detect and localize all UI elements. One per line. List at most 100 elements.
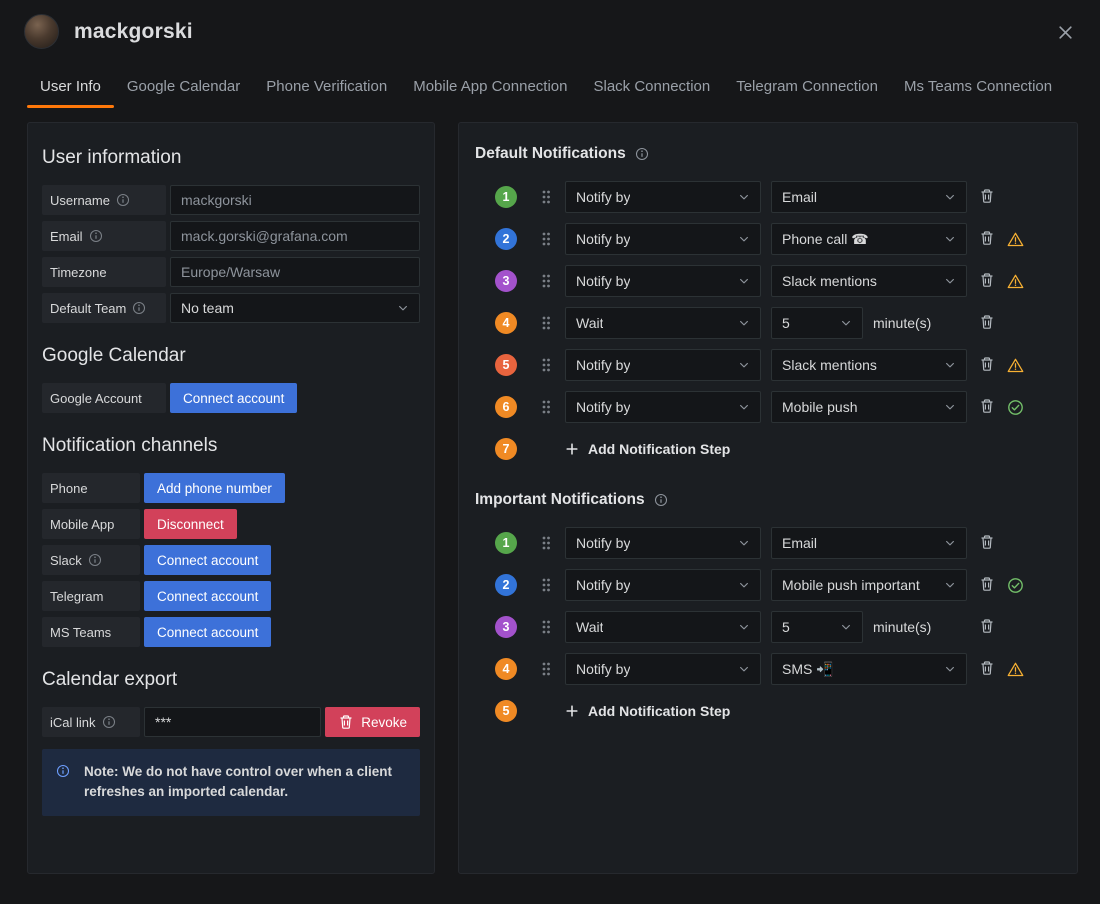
wait-suffix-label: minute(s) <box>873 619 932 635</box>
delete-step-button[interactable] <box>979 576 997 594</box>
drag-handle-icon[interactable] <box>541 619 551 635</box>
step-number: 2 <box>495 574 517 596</box>
chevron-down-icon <box>738 537 750 549</box>
delete-step-button[interactable] <box>979 534 997 552</box>
trash-icon <box>338 714 354 730</box>
warning-icon <box>1007 661 1024 678</box>
chevron-down-icon <box>738 401 750 413</box>
chevron-down-icon <box>944 579 956 591</box>
google-account-row: Google Account Connect account <box>42 383 420 413</box>
page-title: mackgorski <box>74 19 193 43</box>
delete-step-button[interactable] <box>979 188 997 206</box>
email-input[interactable] <box>170 221 420 251</box>
notification-step-row: 1 Notify by Email <box>495 527 1061 559</box>
notify-type-select[interactable]: Notify by <box>565 265 761 297</box>
ical-link-input[interactable] <box>144 707 322 737</box>
notify-channel-select[interactable]: Email <box>771 527 967 559</box>
ms-teams-label: MS Teams <box>42 617 140 647</box>
username-input[interactable] <box>170 185 420 215</box>
delete-step-button[interactable] <box>979 230 997 248</box>
default-notifications-heading: Default Notifications <box>475 145 1061 163</box>
tab-ms-teams-connection[interactable]: Ms Teams Connection <box>891 69 1065 108</box>
tab-phone-verification[interactable]: Phone Verification <box>253 69 400 108</box>
email-label: Email <box>42 221 166 251</box>
default-team-select[interactable]: No team <box>170 293 420 323</box>
chevron-down-icon <box>944 233 956 245</box>
notify-channel-select[interactable]: Phone call ☎ <box>771 223 967 255</box>
wait-duration-select[interactable]: 5 <box>771 307 863 339</box>
delete-step-button[interactable] <box>979 398 997 416</box>
delete-step-button[interactable] <box>979 660 997 678</box>
disconnect-mobile-app-button[interactable]: Disconnect <box>144 509 237 539</box>
notification-channels-heading: Notification channels <box>42 435 218 456</box>
tab-telegram-connection[interactable]: Telegram Connection <box>723 69 891 108</box>
add-step-row: 5 Add Notification Step <box>495 695 1061 727</box>
ms-teams-connect-account-button[interactable]: Connect account <box>144 617 272 647</box>
drag-handle-icon[interactable] <box>541 661 551 677</box>
chevron-down-icon <box>944 191 956 203</box>
drag-handle-icon[interactable] <box>541 577 551 593</box>
add-notification-step-button[interactable]: Add Notification Step <box>565 703 730 719</box>
delete-step-button[interactable] <box>979 356 997 374</box>
tab-slack-connection[interactable]: Slack Connection <box>580 69 723 108</box>
add-phone-number-button[interactable]: Add phone number <box>144 473 285 503</box>
drag-handle-icon[interactable] <box>541 535 551 551</box>
info-icon <box>654 493 668 507</box>
wait-suffix-label: minute(s) <box>873 315 932 331</box>
notify-type-select[interactable]: Notify by <box>565 391 761 423</box>
notify-type-select[interactable]: Notify by <box>565 223 761 255</box>
telegram-label: Telegram <box>42 581 140 611</box>
chevron-down-icon <box>738 317 750 329</box>
timezone-input[interactable] <box>170 257 420 287</box>
slack-connect-account-button[interactable]: Connect account <box>144 545 272 575</box>
notify-channel-select[interactable]: Slack mentions <box>771 265 967 297</box>
notification-step-row: 5 Notify by Slack mentions <box>495 349 1061 381</box>
notification-step-row: 4 Wait 5 minute(s) <box>495 307 1061 339</box>
chevron-down-icon <box>944 537 956 549</box>
google-connect-account-button[interactable]: Connect account <box>170 383 298 413</box>
close-icon[interactable] <box>1053 20 1078 45</box>
delete-step-button[interactable] <box>979 272 997 290</box>
drag-handle-icon[interactable] <box>541 315 551 331</box>
telegram-connect-account-button[interactable]: Connect account <box>144 581 272 611</box>
info-icon <box>116 193 130 207</box>
drag-handle-icon[interactable] <box>541 231 551 247</box>
username-field-row: Username <box>42 185 420 215</box>
tab-user-info[interactable]: User Info <box>27 69 114 108</box>
tab-bar: User Info Google Calendar Phone Verifica… <box>27 69 1100 108</box>
add-notification-step-button[interactable]: Add Notification Step <box>565 441 730 457</box>
info-icon <box>88 553 102 567</box>
default-team-field-row: Default Team No team <box>42 293 420 323</box>
notify-channel-select[interactable]: Mobile push <box>771 391 967 423</box>
delete-step-button[interactable] <box>979 618 997 636</box>
notify-type-select[interactable]: Notify by <box>565 569 761 601</box>
notify-channel-select[interactable]: Mobile push important <box>771 569 967 601</box>
drag-handle-icon[interactable] <box>541 273 551 289</box>
notify-type-select[interactable]: Notify by <box>565 349 761 381</box>
notify-type-select[interactable]: Notify by <box>565 181 761 213</box>
ms-teams-channel-row: MS Teams Connect account <box>42 617 420 647</box>
notify-type-select[interactable]: Wait <box>565 611 761 643</box>
active-tab-underline <box>27 105 114 108</box>
drag-handle-icon[interactable] <box>541 357 551 373</box>
wait-duration-select[interactable]: 5 <box>771 611 863 643</box>
username-label: Username <box>42 185 166 215</box>
notify-channel-select[interactable]: Slack mentions <box>771 349 967 381</box>
email-field-row: Email <box>42 221 420 251</box>
notify-type-select[interactable]: Notify by <box>565 653 761 685</box>
tab-google-calendar[interactable]: Google Calendar <box>114 69 253 108</box>
notification-step-row: 3 Notify by Slack mentions <box>495 265 1061 297</box>
chevron-down-icon <box>738 579 750 591</box>
info-icon <box>102 715 116 729</box>
revoke-button[interactable]: Revoke <box>325 707 420 737</box>
drag-handle-icon[interactable] <box>541 399 551 415</box>
chevron-down-icon <box>738 663 750 675</box>
drag-handle-icon[interactable] <box>541 189 551 205</box>
notify-channel-select[interactable]: SMS 📲 <box>771 653 967 685</box>
notify-type-select[interactable]: Wait <box>565 307 761 339</box>
notify-type-select[interactable]: Notify by <box>565 527 761 559</box>
step-number: 7 <box>495 438 517 460</box>
notify-channel-select[interactable]: Email <box>771 181 967 213</box>
tab-mobile-app-connection[interactable]: Mobile App Connection <box>400 69 580 108</box>
delete-step-button[interactable] <box>979 314 997 332</box>
